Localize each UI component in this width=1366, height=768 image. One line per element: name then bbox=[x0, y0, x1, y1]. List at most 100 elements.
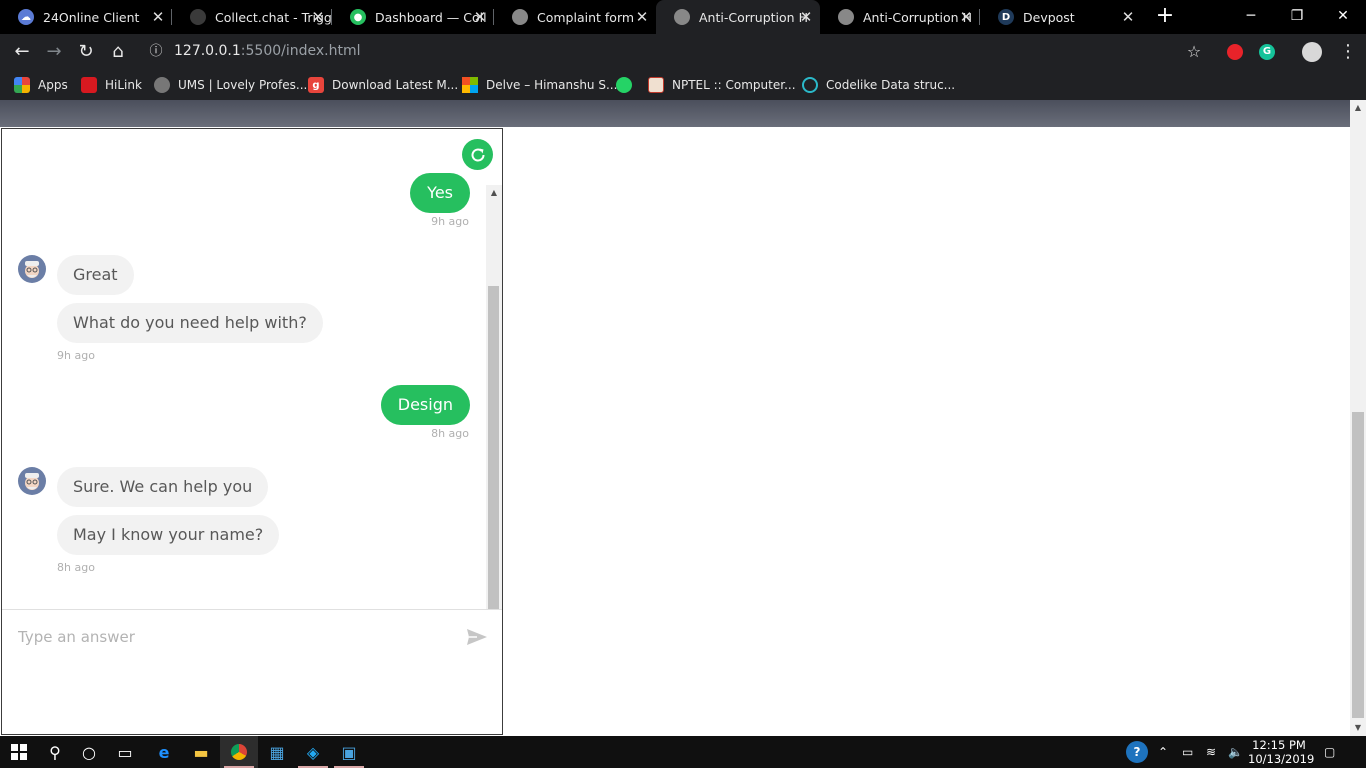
bot-avatar bbox=[18, 255, 46, 283]
minimize-icon[interactable]: ─ bbox=[1228, 0, 1274, 34]
close-tab-icon[interactable]: ✕ bbox=[310, 9, 326, 25]
tab-collect-chat[interactable]: Collect.chat - Trigg ✕ bbox=[172, 0, 332, 34]
cloud-icon: ☁ bbox=[18, 9, 34, 25]
answer-input[interactable] bbox=[18, 626, 448, 648]
address-bar[interactable]: 127.0.0.1:5500/index.html bbox=[174, 43, 361, 59]
chat-scrollbar-thumb[interactable] bbox=[488, 286, 499, 609]
windows-taskbar: ⚲ ○ ▭ e ▬ ▦ ◈ ▣ ? ⌃ ▭ ≋ 🔈 12:15 PM 10/13… bbox=[0, 736, 1366, 768]
send-button[interactable] bbox=[466, 628, 488, 646]
search-icon[interactable]: ⚲ bbox=[36, 736, 74, 768]
globe-icon bbox=[512, 9, 528, 25]
whatsapp-icon bbox=[616, 77, 632, 93]
back-arrow-icon[interactable]: ← bbox=[10, 40, 34, 64]
scroll-down-arrow-icon[interactable]: ▼ bbox=[1350, 720, 1366, 736]
browser-toolbar: ← → ↻ ⌂ ⓘ 127.0.0.1:5500/index.html ☆ G … bbox=[0, 34, 1366, 70]
volume-icon[interactable]: 🔈 bbox=[1228, 736, 1243, 768]
tab-complaint-form[interactable]: Complaint form ✕ bbox=[494, 0, 656, 34]
task-view-icon[interactable]: ▭ bbox=[106, 736, 144, 768]
page-scrollbar[interactable]: ▲ ▼ bbox=[1350, 100, 1366, 736]
bookmark-star-icon[interactable]: ☆ bbox=[1182, 40, 1206, 64]
chat-messages[interactable]: Yes 9h ago Great What do you need help w… bbox=[2, 129, 502, 609]
home-icon[interactable]: ⌂ bbox=[106, 40, 130, 64]
scroll-up-arrow-icon[interactable]: ▲ bbox=[486, 185, 502, 201]
page-viewport: Yes 9h ago Great What do you need help w… bbox=[0, 100, 1366, 736]
message-timestamp: 9h ago bbox=[57, 349, 95, 362]
control-panel-icon[interactable]: ▣ bbox=[330, 736, 368, 768]
bookmark-download-latest[interactable]: g Download Latest M... bbox=[308, 76, 458, 94]
help-icon[interactable]: ? bbox=[1126, 736, 1148, 768]
scroll-up-arrow-icon[interactable]: ▲ bbox=[1350, 100, 1366, 116]
circle-icon bbox=[802, 77, 818, 93]
restore-icon[interactable]: ❐ bbox=[1274, 0, 1320, 34]
chat-scrollbar[interactable]: ▲ bbox=[486, 185, 502, 609]
forward-arrow-icon[interactable]: → bbox=[42, 40, 66, 64]
grammarly-icon[interactable]: G bbox=[1255, 40, 1279, 64]
bookmark-delve[interactable]: Delve – Himanshu S... bbox=[462, 76, 617, 94]
message-timestamp: 8h ago bbox=[431, 427, 469, 440]
taskbar-clock[interactable]: 12:15 PM 10/13/2019 bbox=[1248, 738, 1315, 766]
message-timestamp: 8h ago bbox=[57, 561, 95, 574]
apps-grid-icon bbox=[14, 77, 30, 93]
battery-icon[interactable]: ▭ bbox=[1182, 736, 1193, 768]
message-timestamp: 9h ago bbox=[431, 215, 469, 228]
chat-widget: Yes 9h ago Great What do you need help w… bbox=[1, 128, 503, 735]
site-info-icon[interactable]: ⓘ bbox=[144, 40, 168, 64]
tab-24online[interactable]: ☁ 24Online Client ✕ bbox=[0, 0, 172, 34]
close-tab-icon[interactable]: ✕ bbox=[634, 9, 650, 25]
cortana-icon[interactable]: ○ bbox=[70, 736, 108, 768]
bookmarks-bar: Apps HiLink UMS | Lovely Profes... g Dow… bbox=[0, 70, 1366, 100]
chrome-icon[interactable] bbox=[220, 736, 258, 768]
vscode-icon[interactable]: ◈ bbox=[294, 736, 332, 768]
close-tab-icon[interactable]: ✕ bbox=[150, 9, 166, 25]
huawei-icon bbox=[81, 77, 97, 93]
wifi-icon[interactable]: ≋ bbox=[1206, 736, 1216, 768]
gaana-icon: g bbox=[308, 77, 324, 93]
restart-chat-button[interactable] bbox=[462, 139, 493, 170]
globe-icon bbox=[838, 9, 854, 25]
bot-message-bubble: Sure. We can help you bbox=[57, 467, 269, 507]
close-tab-icon[interactable]: ✕ bbox=[798, 9, 814, 25]
close-tab-icon[interactable]: ✕ bbox=[1120, 9, 1136, 25]
bot-message-bubble: Great bbox=[57, 255, 134, 295]
globe-icon bbox=[154, 77, 170, 93]
answer-bar bbox=[2, 609, 502, 734]
notifications-icon[interactable]: ▢ bbox=[1324, 736, 1335, 768]
tab-dashboard[interactable]: ● Dashboard — Coll ✕ bbox=[332, 0, 494, 34]
nptel-icon bbox=[648, 77, 664, 93]
clock-date: 10/13/2019 bbox=[1248, 752, 1315, 766]
close-tab-icon[interactable]: ✕ bbox=[472, 9, 488, 25]
devpost-icon: D bbox=[998, 9, 1014, 25]
reload-icon[interactable]: ↻ bbox=[74, 40, 98, 64]
windows-start-icon[interactable] bbox=[0, 736, 38, 768]
profile-avatar-icon[interactable] bbox=[1300, 40, 1324, 64]
page-header-strip bbox=[0, 100, 1350, 127]
bot-avatar bbox=[18, 467, 46, 495]
close-tab-icon[interactable]: ✕ bbox=[958, 9, 974, 25]
bookmark-apps[interactable]: Apps bbox=[14, 76, 68, 94]
bot-message-bubble: May I know your name? bbox=[57, 515, 280, 555]
menu-kebab-icon[interactable]: ⋮ bbox=[1336, 40, 1360, 64]
user-message-bubble: Design bbox=[380, 385, 470, 425]
tab-anti-corruption[interactable]: Anti-Corruption H ✕ bbox=[820, 0, 980, 34]
close-window-icon[interactable]: ✕ bbox=[1320, 0, 1366, 34]
file-explorer-icon[interactable]: ▬ bbox=[182, 736, 220, 768]
page-scrollbar-thumb[interactable] bbox=[1352, 412, 1364, 718]
edge-icon[interactable]: e bbox=[145, 736, 183, 768]
chat-icon bbox=[190, 9, 206, 25]
bot-message-bubble: What do you need help with? bbox=[57, 303, 323, 343]
chevron-up-icon[interactable]: ⌃ bbox=[1158, 736, 1168, 768]
clock-time: 12:15 PM bbox=[1252, 738, 1306, 752]
bookmark-ums[interactable]: UMS | Lovely Profes... bbox=[154, 76, 307, 94]
new-tab-icon[interactable]: + bbox=[1154, 5, 1176, 27]
keyboard-icon[interactable]: ▦ bbox=[258, 736, 296, 768]
bookmark-nptel[interactable]: NPTEL :: Computer... bbox=[648, 76, 796, 94]
tab-devpost[interactable]: D Devpost ✕ bbox=[980, 0, 1142, 34]
bookmark-codelike[interactable]: Codelike Data struc... bbox=[802, 76, 955, 94]
bookmark-hilink[interactable]: HiLink bbox=[81, 76, 142, 94]
extension-stop-icon[interactable] bbox=[1223, 40, 1247, 64]
globe-icon bbox=[674, 9, 690, 25]
bookmark-whatsapp[interactable] bbox=[616, 76, 640, 94]
send-icon bbox=[467, 629, 487, 645]
tab-anti-corruption-active[interactable]: Anti-Corruption H ✕ bbox=[656, 0, 820, 34]
bot-face-icon bbox=[25, 473, 39, 490]
